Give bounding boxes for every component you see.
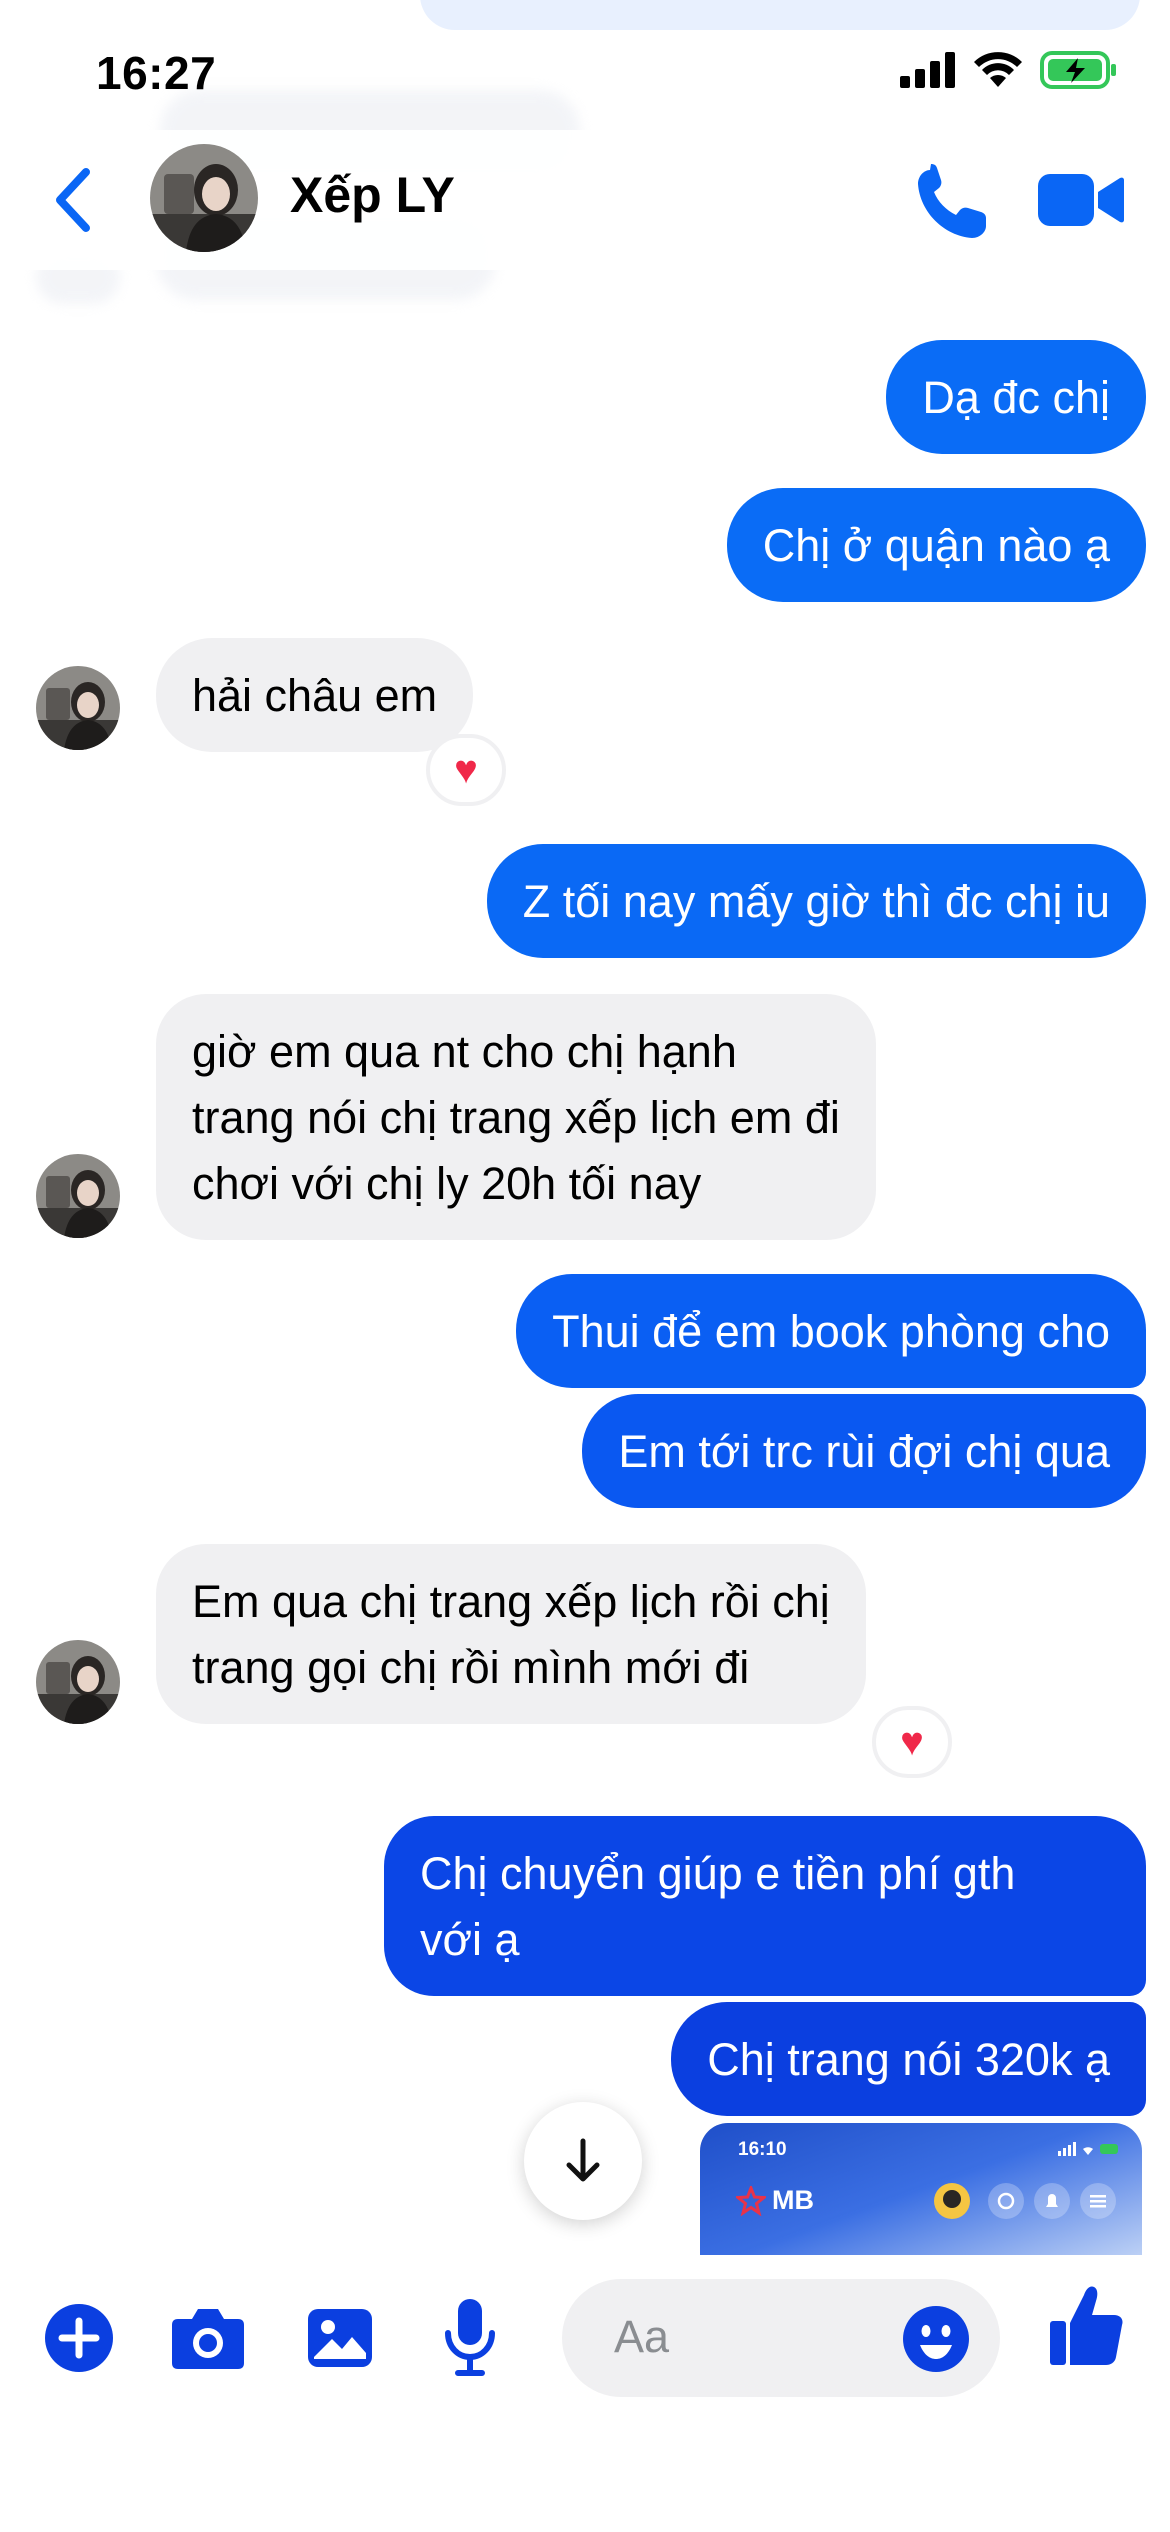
message-line: giờ em qua nt cho chị hạnh <box>192 1026 737 1077</box>
message-input[interactable]: Aa <box>562 2279 1000 2397</box>
message-bubble-outgoing[interactable]: Z tối nay mấy giờ thì đc chị iu <box>486 844 1146 958</box>
phone-icon <box>918 164 986 238</box>
status-time: 16:27 <box>96 47 217 99</box>
message-text: Chị ở quận nào ạ <box>762 520 1110 571</box>
message-text: Chị trang nói 320k ạ <box>707 2034 1110 2085</box>
contact-name[interactable]: Xếp LY <box>290 166 455 224</box>
image-status-icons <box>1058 2142 1118 2156</box>
message-bubble-incoming[interactable]: hải châu em <box>156 638 474 752</box>
status-bar: 16:27 <box>0 0 1170 130</box>
message-bubble-outgoing[interactable]: Thui để em book phòng cho <box>516 1274 1146 1388</box>
status-icons <box>900 50 1118 90</box>
contact-avatar-small[interactable] <box>36 1154 120 1238</box>
message-composer: Aa <box>0 2255 1170 2532</box>
message-line: trang nói chị trang xếp lịch em đi <box>192 1092 840 1143</box>
chat-header: Xếp LY <box>0 130 1170 270</box>
audio-call-button[interactable] <box>910 158 994 242</box>
message-text: Thui để em book phòng cho <box>552 1306 1110 1357</box>
camera-button[interactable] <box>170 2305 246 2376</box>
back-button[interactable] <box>46 164 106 236</box>
contact-avatar-small[interactable] <box>36 666 120 750</box>
voice-message-button[interactable] <box>442 2297 498 2382</box>
scroll-to-bottom-button[interactable] <box>524 2102 642 2220</box>
gallery-button[interactable] <box>306 2305 374 2376</box>
contact-avatar[interactable] <box>150 144 258 252</box>
arrow-down-icon <box>566 2138 600 2182</box>
image-attachment[interactable]: 16:10 MB <box>700 2123 1142 2255</box>
back-chevron-icon <box>56 168 90 232</box>
reaction-badge[interactable]: ♥ <box>872 1706 952 1778</box>
heart-icon: ♥ <box>454 747 478 792</box>
like-button[interactable] <box>1048 2283 1124 2374</box>
reaction-badge[interactable]: ♥ <box>426 734 506 806</box>
message-bubble-incoming[interactable]: giờ em qua nt cho chị hạnh trang nói chị… <box>156 994 876 1240</box>
message-bubble-outgoing[interactable]: Em tới trc rùi đợi chị qua <box>582 1394 1146 1508</box>
message-text: Z tối nay mấy giờ thì đc chị iu <box>522 876 1110 927</box>
contact-avatar-small[interactable] <box>36 1640 120 1724</box>
gallery-icon <box>308 2309 372 2367</box>
microphone-icon <box>445 2299 495 2376</box>
message-input-placeholder: Aa <box>614 2311 670 2362</box>
message-bubble-incoming[interactable]: Em qua chị trang xếp lịch rồi chị trang … <box>156 1544 866 1724</box>
emoji-button[interactable] <box>902 2305 970 2378</box>
thumbs-up-icon <box>1050 2286 1123 2365</box>
message-bubble-outgoing[interactable]: Chị ở quận nào ạ <box>726 488 1146 602</box>
battery-charging-icon <box>1040 51 1116 89</box>
message-line: Em qua chị trang xếp lịch rồi chị <box>192 1576 830 1627</box>
message-bubble-outgoing[interactable]: Chị trang nói 320k ạ <box>671 2002 1146 2116</box>
message-text: hải châu em <box>192 670 438 721</box>
message-text: Em tới trc rùi đợi chị qua <box>618 1426 1110 1477</box>
message-bubble-outgoing[interactable]: Dạ đc chị <box>886 340 1146 454</box>
messenger-chat-screen: 16:27 Xếp LY Dạ đc chị Chị ở quận nào ạ … <box>0 0 1170 2532</box>
bank-logo: MB <box>736 2185 814 2216</box>
cellular-signal-icon <box>900 52 955 88</box>
bank-app-icons <box>934 2183 1116 2219</box>
message-line: Chị chuyển giúp e tiền phí gth <box>420 1848 1016 1899</box>
message-line: chơi với chị ly 20h tối nay <box>192 1158 702 1209</box>
video-call-button[interactable] <box>1036 160 1126 240</box>
message-line: với ạ <box>420 1914 520 1965</box>
message-text: Dạ đc chị <box>922 372 1110 423</box>
plus-icon <box>45 2304 113 2372</box>
bank-label: MB <box>772 2185 814 2215</box>
image-status-time: 16:10 <box>738 2139 787 2160</box>
video-camera-icon <box>1038 174 1124 226</box>
message-line: trang gọi chị rồi mình mới đi <box>192 1642 750 1693</box>
emoji-icon <box>903 2306 969 2372</box>
star-icon <box>736 2185 766 2216</box>
camera-icon <box>172 2309 244 2369</box>
wifi-icon <box>974 52 1022 87</box>
more-actions-button[interactable] <box>44 2303 114 2378</box>
message-bubble-outgoing[interactable]: Chị chuyển giúp e tiền phí gth với ạ <box>384 1816 1146 1996</box>
heart-icon: ♥ <box>900 1719 924 1764</box>
